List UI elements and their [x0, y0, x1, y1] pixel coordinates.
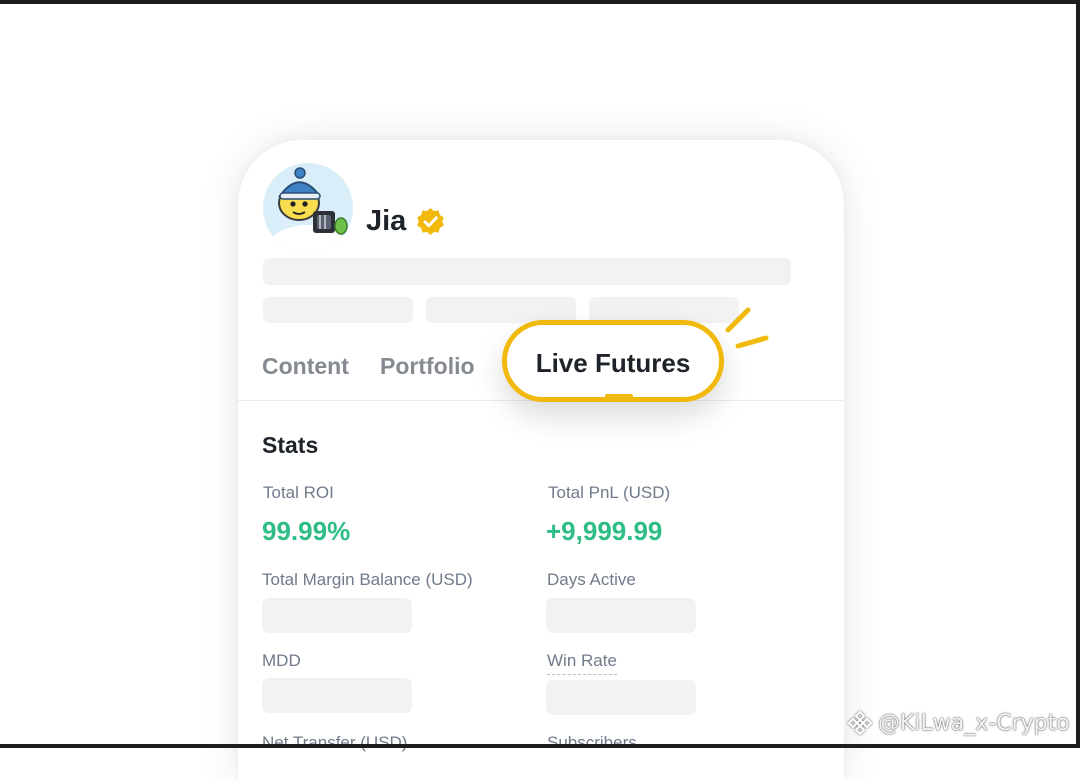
total-roi-label: Total ROI — [263, 483, 334, 502]
active-tab-indicator — [605, 394, 633, 398]
stats-title: Stats — [262, 432, 319, 458]
days-active-label: Days Active — [547, 570, 636, 589]
tab-live-futures[interactable]: Live Futures — [502, 320, 724, 402]
total-margin-balance-label: Total Margin Balance (USD) — [262, 570, 473, 589]
subscribers-label: Subscribers — [547, 733, 637, 752]
mdd-placeholder — [262, 678, 412, 713]
total-margin-balance-placeholder — [262, 598, 412, 633]
total-pnl-label: Total PnL (USD) — [548, 483, 671, 502]
screen-frame-bottom — [0, 744, 1080, 748]
total-roi-value: 99.99% — [262, 516, 351, 546]
screen-frame-right — [1076, 0, 1080, 748]
total-pnl-value: +9,999.99 — [546, 516, 663, 546]
tab-content[interactable]: Content — [262, 351, 349, 381]
tab-live-futures-label: Live Futures — [535, 348, 691, 378]
tab-portfolio[interactable]: Portfolio — [380, 351, 475, 381]
win-rate-placeholder — [546, 680, 696, 715]
tag-placeholder — [263, 297, 413, 323]
verified-badge-icon — [417, 207, 444, 236]
sparkle-lines-icon — [725, 307, 769, 349]
win-rate-label[interactable]: Win Rate — [547, 650, 617, 675]
avatar-illustration — [263, 163, 353, 253]
profile-card: Jia Content Portfolio Stats Total ROI 99… — [238, 140, 844, 780]
bio-placeholder — [263, 258, 791, 285]
watermark-text: @KiLwa_x-Crypto — [878, 710, 1070, 736]
mdd-label: MDD — [262, 651, 301, 670]
profile-name: Jia — [366, 205, 407, 237]
screen-frame-top — [0, 0, 1080, 4]
avatar[interactable] — [263, 163, 353, 253]
binance-logo-icon — [847, 710, 873, 736]
days-active-placeholder — [546, 598, 696, 633]
watermark: @KiLwa_x-Crypto — [846, 706, 1070, 740]
net-transfer-label: Net Transfer (USD) — [262, 733, 408, 752]
